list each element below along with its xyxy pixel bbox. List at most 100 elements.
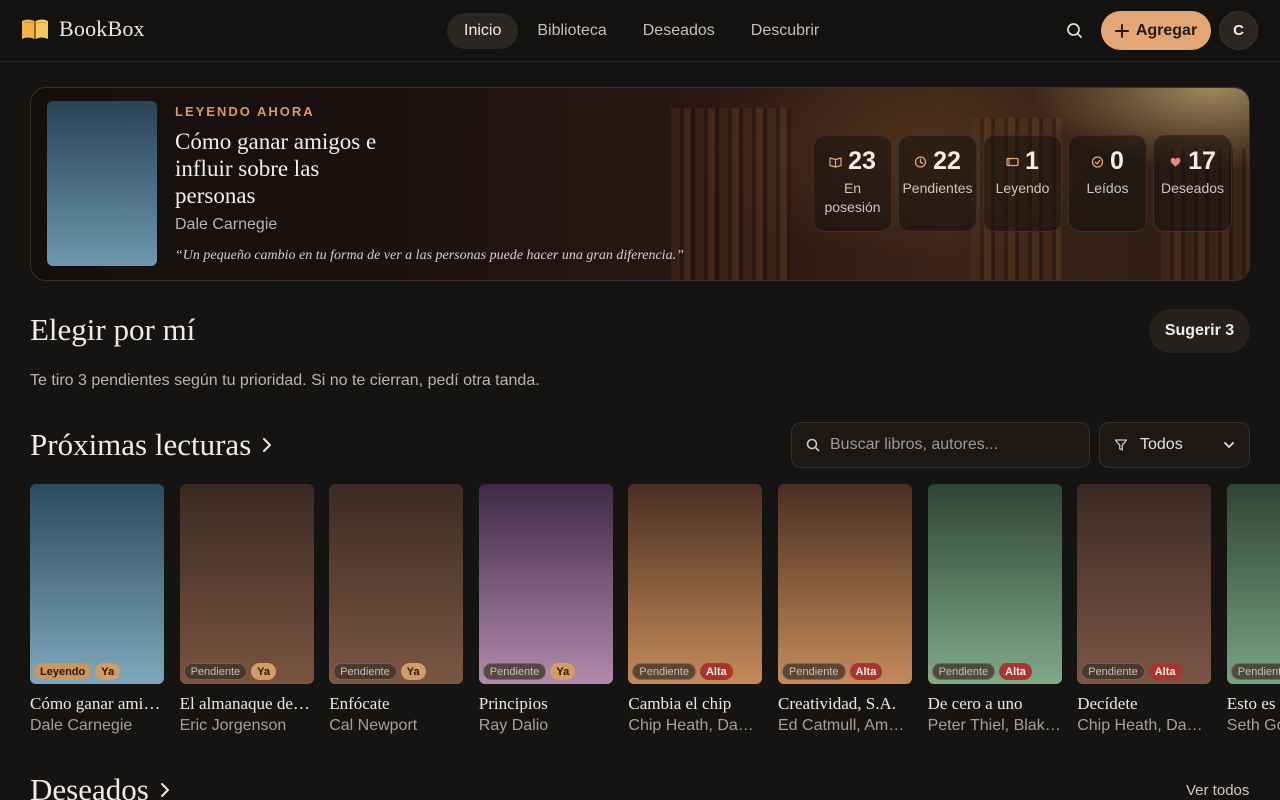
status-badge: Pendiente xyxy=(1230,663,1280,680)
book-cover[interactable]: PendienteAlta xyxy=(927,484,1062,684)
nav-item-biblioteca[interactable]: Biblioteca xyxy=(520,13,623,49)
stat-value-row: 22 xyxy=(914,147,961,176)
currently-reading-hero[interactable]: LEYENDO AHORA Cómo ganar amigos e influi… xyxy=(30,87,1250,281)
book-cover[interactable] xyxy=(47,101,157,266)
book-card[interactable]: PendienteYa El almanaque de Naval Ravikan… xyxy=(179,484,314,735)
priority-badge: Ya xyxy=(550,663,576,680)
stat-value: 0 xyxy=(1110,147,1124,175)
book-card[interactable]: LeyendoYa Cómo ganar amigos e influir sob… xyxy=(30,484,164,735)
book-title[interactable]: Decídete xyxy=(1077,694,1211,714)
stat-pendientes[interactable]: 22 Pendientes xyxy=(898,135,977,232)
book-card[interactable]: PendienteAlta Esto es marketing Seth Godin xyxy=(1226,484,1280,735)
hero-eyebrow: LEYENDO AHORA xyxy=(175,104,315,119)
stat-label: Leyendo xyxy=(995,180,1050,196)
nav-item-deseados[interactable]: Deseados xyxy=(626,13,732,49)
avatar[interactable]: C xyxy=(1219,11,1258,50)
book-title[interactable]: El almanaque de Naval Ravikant xyxy=(180,694,314,714)
book-search[interactable] xyxy=(791,422,1090,468)
logo[interactable]: BookBox xyxy=(21,16,145,42)
open-book-icon xyxy=(21,18,49,40)
book-title[interactable]: Cambia el chip xyxy=(628,694,762,714)
book-card[interactable]: Pendiente Ya Principios Ray Dalio xyxy=(478,484,613,735)
wishlist-section-title[interactable]: Deseados xyxy=(30,772,171,800)
book-card[interactable]: Pendiente Alta Creatividad, S.A. Ed Catmull… xyxy=(778,484,912,735)
shelf-decoration xyxy=(671,108,791,280)
stat-value-row: 1 xyxy=(1006,147,1039,176)
pick-section-title: Elegir por mí xyxy=(30,312,196,347)
book-badges: Leyendo Ya xyxy=(34,663,121,680)
filter-select[interactable]: Todos xyxy=(1099,422,1250,468)
book-cover[interactable]: PendienteAlta xyxy=(628,484,763,684)
stat-value: 1 xyxy=(1025,147,1039,175)
book-card[interactable]: PendienteAlta Decídete Chip Heath, Dan Hea… xyxy=(1077,484,1212,735)
stat-label: Pendientes xyxy=(902,180,973,196)
see-all-link[interactable]: Ver todos xyxy=(1186,782,1249,799)
book-open-icon xyxy=(829,156,842,168)
book-cover[interactable]: Leyendo Ya xyxy=(30,484,164,684)
pick-subtitle: Te tiro 3 pendientes según tu prioridad.… xyxy=(30,372,540,389)
status-badge: Leyendo xyxy=(34,663,92,680)
top-bar: BookBox Inicio Biblioteca Deseados Descubri… xyxy=(0,0,1280,62)
check-circle-icon xyxy=(1091,155,1104,168)
book-title[interactable]: Enfócate xyxy=(329,694,463,714)
book-cover[interactable]: PendienteAlta xyxy=(1077,484,1212,684)
book-badges: PendienteAlta xyxy=(931,663,1032,680)
book-cover[interactable]: Pendiente Ya xyxy=(179,484,314,684)
book-cover[interactable]: PendienteAlta xyxy=(778,484,912,684)
nav-item-descubrir[interactable]: Descubrir xyxy=(734,13,836,49)
book-title[interactable]: Principios xyxy=(479,694,613,714)
priority-badge: Alta xyxy=(999,663,1032,680)
stat-en-posesión[interactable]: 23 En posesión xyxy=(813,135,892,232)
stat-value-row: 0 xyxy=(1091,147,1124,176)
status-badge: Pendiente xyxy=(1081,663,1145,680)
hero-title[interactable]: Cómo ganar amigos e influir sobre las pe… xyxy=(175,128,395,209)
add-button[interactable]: Agregar xyxy=(1101,11,1211,50)
priority-badge: Alta xyxy=(699,663,733,680)
suggest-button[interactable]: Sugerir 3 xyxy=(1149,309,1250,353)
priority-badge: Ya xyxy=(95,663,121,680)
search-button[interactable] xyxy=(1062,18,1088,44)
status-badge: Pendiente xyxy=(782,663,846,680)
book-card[interactable]: Pendiente Ya Enfócate Cal Newport xyxy=(329,484,464,735)
stat-label: Deseados xyxy=(1160,180,1225,196)
stat-value: 17 xyxy=(1188,147,1216,175)
filter-value: Todos xyxy=(1140,436,1183,453)
priority-badge: Alta xyxy=(849,663,883,680)
book-badges: PendienteAlta xyxy=(782,663,883,680)
wishlist-title-text: Deseados xyxy=(30,772,149,800)
heart-icon xyxy=(1170,157,1181,166)
book-card[interactable]: Pendiente Alta Cambia el chip Chip Heath, D… xyxy=(628,484,763,735)
book-author: Chip Heath, Dan Heath xyxy=(628,717,763,734)
book-badges: PendienteAlta xyxy=(632,663,733,680)
stat-leídos[interactable]: 0 Leídos xyxy=(1068,135,1147,232)
plus-icon xyxy=(1114,23,1129,38)
book-card[interactable]: Pendiente Alta De cero a uno Peter Thiel, B… xyxy=(927,484,1062,735)
book-cover[interactable]: Pendiente Ya xyxy=(329,484,464,684)
book-author: Peter Thiel, Blake Masters xyxy=(927,717,1062,734)
search-icon xyxy=(806,438,820,452)
book-author: Eric Jorgenson xyxy=(179,717,287,734)
priority-badge: Ya xyxy=(251,663,276,680)
book-author: Seth Godin xyxy=(1226,717,1280,734)
stat-deseados[interactable]: 17 Deseados xyxy=(1153,135,1232,232)
stat-value: 22 xyxy=(933,147,961,175)
upcoming-section-title[interactable]: Próximas lecturas xyxy=(30,427,273,463)
book-cover[interactable]: PendienteAlta xyxy=(1226,484,1280,684)
book-title[interactable]: Creatividad, S.A. xyxy=(778,694,912,714)
stat-value: 23 xyxy=(848,147,876,175)
book-title[interactable]: Esto es marketing xyxy=(1227,694,1280,714)
book-title[interactable]: Cómo ganar amigos e influir sobre las pe… xyxy=(30,694,164,714)
book-badges: Pendiente Ya xyxy=(482,663,576,680)
status-badge: Pendiente xyxy=(482,663,547,680)
chevron-down-icon xyxy=(1224,442,1234,448)
book-title[interactable]: De cero a uno xyxy=(928,694,1062,714)
add-button-label: Agregar xyxy=(1135,21,1198,39)
stat-leyendo[interactable]: 1 Leyendo xyxy=(983,135,1062,232)
book-author: Ray Dalio xyxy=(478,717,549,734)
book-cover[interactable]: Pendiente Ya xyxy=(478,484,613,684)
priority-badge: Alta xyxy=(1148,663,1182,680)
search-input[interactable] xyxy=(830,436,1070,454)
stats-group: 23 En posesión 22 Pendientes 1 Leyendo 0 Leídos… xyxy=(813,135,1232,232)
nav-item-inicio[interactable]: Inicio xyxy=(447,13,519,49)
hero-quote: “Un pequeño cambio en tu forma de ver a … xyxy=(175,248,684,263)
